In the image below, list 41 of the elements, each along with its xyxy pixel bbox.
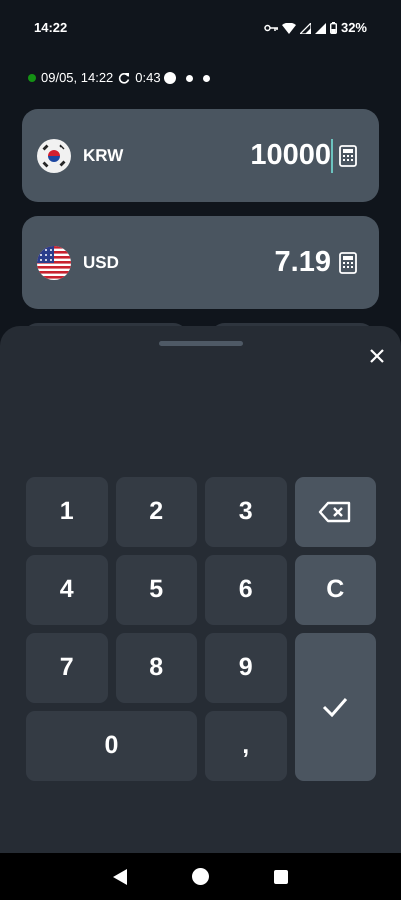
currency-card[interactable]: USD 7.19 [22,216,379,309]
amount-value: 7.19 [274,244,331,280]
calculator-icon[interactable] [339,252,357,274]
flag-icon [37,246,71,280]
key-button[interactable]: 6 [205,555,286,625]
back-icon[interactable] [112,868,127,884]
recents-icon[interactable] [274,870,288,884]
key-button[interactable]: 2 [116,477,197,547]
flag-icon [37,138,71,172]
battery-percent: 32% [340,19,367,38]
signal-icon [314,22,326,34]
key-button[interactable]: 1 [26,477,108,547]
currency-code: USD [83,252,119,274]
key-button[interactable]: , [205,711,286,781]
battery-icon [330,22,337,34]
key-button[interactable]: 9 [205,633,286,703]
updated-time: 09/05, 14:22 [41,69,114,88]
key-button[interactable]: 0 [26,711,197,781]
drag-handle[interactable] [158,341,242,346]
clear-button[interactable]: C [294,555,376,625]
refresh-icon [118,72,130,84]
home-icon[interactable] [192,868,209,885]
key-button[interactable]: 8 [116,633,197,703]
check-icon [322,697,348,717]
key-button[interactable]: 3 [205,477,286,547]
clock-time: 14:22 [34,19,68,38]
key-button[interactable]: 4 [26,555,108,625]
backspace-icon [318,501,352,523]
key-button[interactable]: 5 [116,555,197,625]
backspace-button[interactable] [294,477,376,547]
countdown-text: 0:43 [135,69,161,88]
currency-card[interactable]: KRW 10000 [22,109,379,202]
close-icon [369,348,385,364]
key-button[interactable]: 7 [26,633,108,703]
currency-code: KRW [83,144,124,167]
status-dot-icon [28,74,36,82]
key-icon [264,24,278,32]
amount-value: 10000 [250,138,331,173]
calculator-icon[interactable] [339,144,357,166]
wifi-icon [282,22,296,34]
signal-icon [300,22,311,34]
